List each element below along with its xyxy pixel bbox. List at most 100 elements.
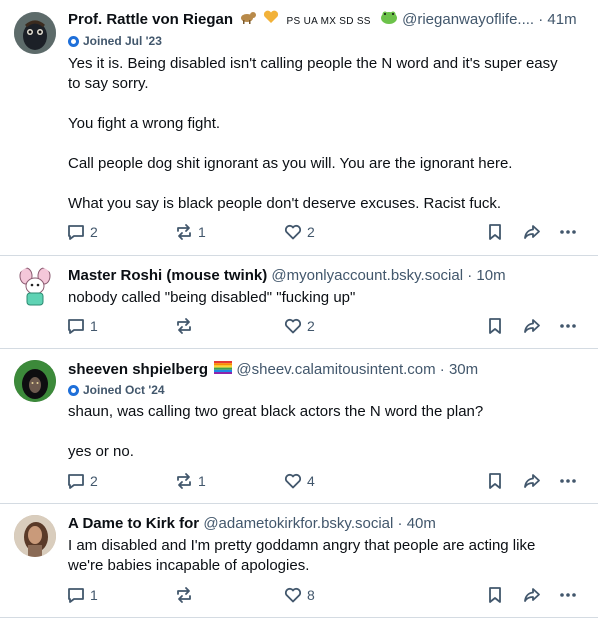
post-text: Yes it is. Being disabled isn't calling …	[68, 54, 568, 214]
post-paragraph: nobody called "being disabled" "fucking …	[68, 289, 356, 306]
more-icon	[560, 230, 576, 234]
author-name[interactable]: sheeven shpielberg	[68, 361, 208, 378]
reply-count: 1	[90, 318, 98, 334]
avatar-image	[14, 360, 56, 402]
reply-icon	[68, 588, 84, 603]
joined-text: Joined Jul '23	[83, 34, 162, 48]
post-text: I am disabled and I'm pretty goddamn ang…	[68, 536, 568, 576]
reply-button[interactable]: 2	[66, 470, 98, 492]
bookmark-button[interactable]	[486, 315, 504, 337]
separator: ·	[467, 267, 473, 284]
author-handle[interactable]: @adametokirkfor.bsky.social	[203, 515, 393, 532]
like-icon	[284, 318, 302, 334]
like-button[interactable]: 8	[283, 584, 315, 606]
share-icon	[524, 588, 540, 602]
more-button[interactable]	[558, 221, 578, 243]
author-handle[interactable]: @myonlyaccount.bsky.social	[271, 267, 463, 284]
rainbow-flag-icon	[214, 360, 233, 380]
post-time[interactable]: 30m	[449, 361, 478, 378]
author-name[interactable]: A Dame to Kirk for	[68, 515, 199, 532]
post-header: sheeven shpielberg @sheev.calamitousinte…	[68, 360, 586, 380]
post[interactable]: Prof. Rattle von Riegan PS UA MX SD SS @…	[0, 0, 598, 255]
post-header: A Dame to Kirk for @adametokirkfor.bsky.…	[68, 514, 586, 534]
post-text: nobody called "being disabled" "fucking …	[68, 288, 568, 308]
bookmark-button[interactable]	[486, 584, 504, 606]
share-button[interactable]	[522, 584, 542, 606]
author-handle[interactable]: @sheev.calamitousintent.com	[236, 361, 435, 378]
bookmark-icon	[489, 473, 501, 489]
country-tags: PS UA MX SD SS	[286, 16, 371, 27]
reply-count: 2	[90, 473, 98, 489]
reply-icon	[68, 474, 84, 489]
post-time[interactable]: 41m	[547, 11, 576, 28]
share-button[interactable]	[522, 315, 542, 337]
separator: ·	[538, 11, 544, 28]
post-actions: 2 1 2	[66, 221, 586, 243]
like-icon	[284, 224, 302, 240]
reply-button[interactable]: 2	[66, 221, 98, 243]
heart-icon	[263, 10, 279, 30]
repost-count: 1	[198, 473, 206, 489]
share-button[interactable]	[522, 470, 542, 492]
reply-count: 1	[90, 587, 98, 603]
more-button[interactable]	[558, 584, 578, 606]
post-actions: 2 1 4	[66, 470, 586, 492]
author-name[interactable]: Prof. Rattle von Riegan	[68, 11, 233, 28]
author-name[interactable]: Master Roshi (mouse twink)	[68, 267, 267, 284]
post-paragraph: Yes it is. Being disabled isn't calling …	[68, 55, 558, 92]
bookmark-button[interactable]	[486, 470, 504, 492]
post-time[interactable]: 10m	[476, 267, 505, 284]
repost-button[interactable]: 1	[174, 470, 206, 492]
new-user-icon	[68, 384, 79, 396]
avatar[interactable]	[14, 515, 56, 557]
repost-icon	[177, 224, 191, 240]
share-button[interactable]	[522, 221, 542, 243]
repost-icon	[177, 318, 191, 334]
avatar-image	[14, 12, 56, 54]
separator: ·	[439, 361, 445, 378]
post-actions: 1 8	[66, 584, 586, 606]
reply-count: 2	[90, 224, 98, 240]
post-actions: 1 2	[66, 315, 586, 337]
more-icon	[560, 593, 576, 597]
post-header: Master Roshi (mouse twink) @myonlyaccoun…	[68, 266, 586, 286]
joined-text: Joined Oct '24	[83, 383, 165, 397]
repost-icon	[177, 473, 191, 489]
avatar[interactable]	[14, 266, 56, 308]
more-button[interactable]	[558, 315, 578, 337]
like-button[interactable]: 2	[283, 221, 315, 243]
avatar[interactable]	[14, 12, 56, 54]
reply-button[interactable]: 1	[66, 584, 98, 606]
share-icon	[524, 474, 540, 488]
like-icon	[284, 473, 302, 489]
repost-count: 1	[198, 224, 206, 240]
frog-icon	[380, 10, 398, 30]
bookmark-button[interactable]	[486, 221, 504, 243]
bookmark-icon	[489, 587, 501, 603]
share-icon	[524, 225, 540, 239]
more-icon	[560, 479, 576, 483]
post[interactable]: A Dame to Kirk for @adametokirkfor.bsky.…	[0, 504, 598, 618]
like-icon	[284, 587, 302, 603]
reply-icon	[68, 225, 84, 240]
post-paragraph: You fight a wrong fight.	[68, 115, 221, 132]
post[interactable]: Master Roshi (mouse twink) @myonlyaccoun…	[0, 256, 598, 348]
like-button[interactable]: 4	[283, 470, 315, 492]
like-button[interactable]: 2	[283, 315, 315, 337]
repost-button[interactable]: 1	[174, 221, 206, 243]
post[interactable]: sheeven shpielberg @sheev.calamitousinte…	[0, 349, 598, 503]
avatar[interactable]	[14, 360, 56, 402]
post-paragraph: I am disabled and I'm pretty goddamn ang…	[68, 537, 536, 574]
post-time[interactable]: 40m	[407, 515, 436, 532]
like-count: 2	[307, 224, 315, 240]
author-handle[interactable]: @rieganwayoflife....	[402, 11, 534, 28]
avatar-image	[14, 266, 56, 308]
post-paragraph: yes or no.	[68, 443, 134, 460]
post-paragraph: What you say is black people don't deser…	[68, 195, 502, 212]
more-button[interactable]	[558, 470, 578, 492]
repost-button[interactable]	[174, 584, 198, 606]
divider	[0, 617, 598, 618]
repost-button[interactable]	[174, 315, 198, 337]
reply-button[interactable]: 1	[66, 315, 98, 337]
like-count: 8	[307, 587, 315, 603]
